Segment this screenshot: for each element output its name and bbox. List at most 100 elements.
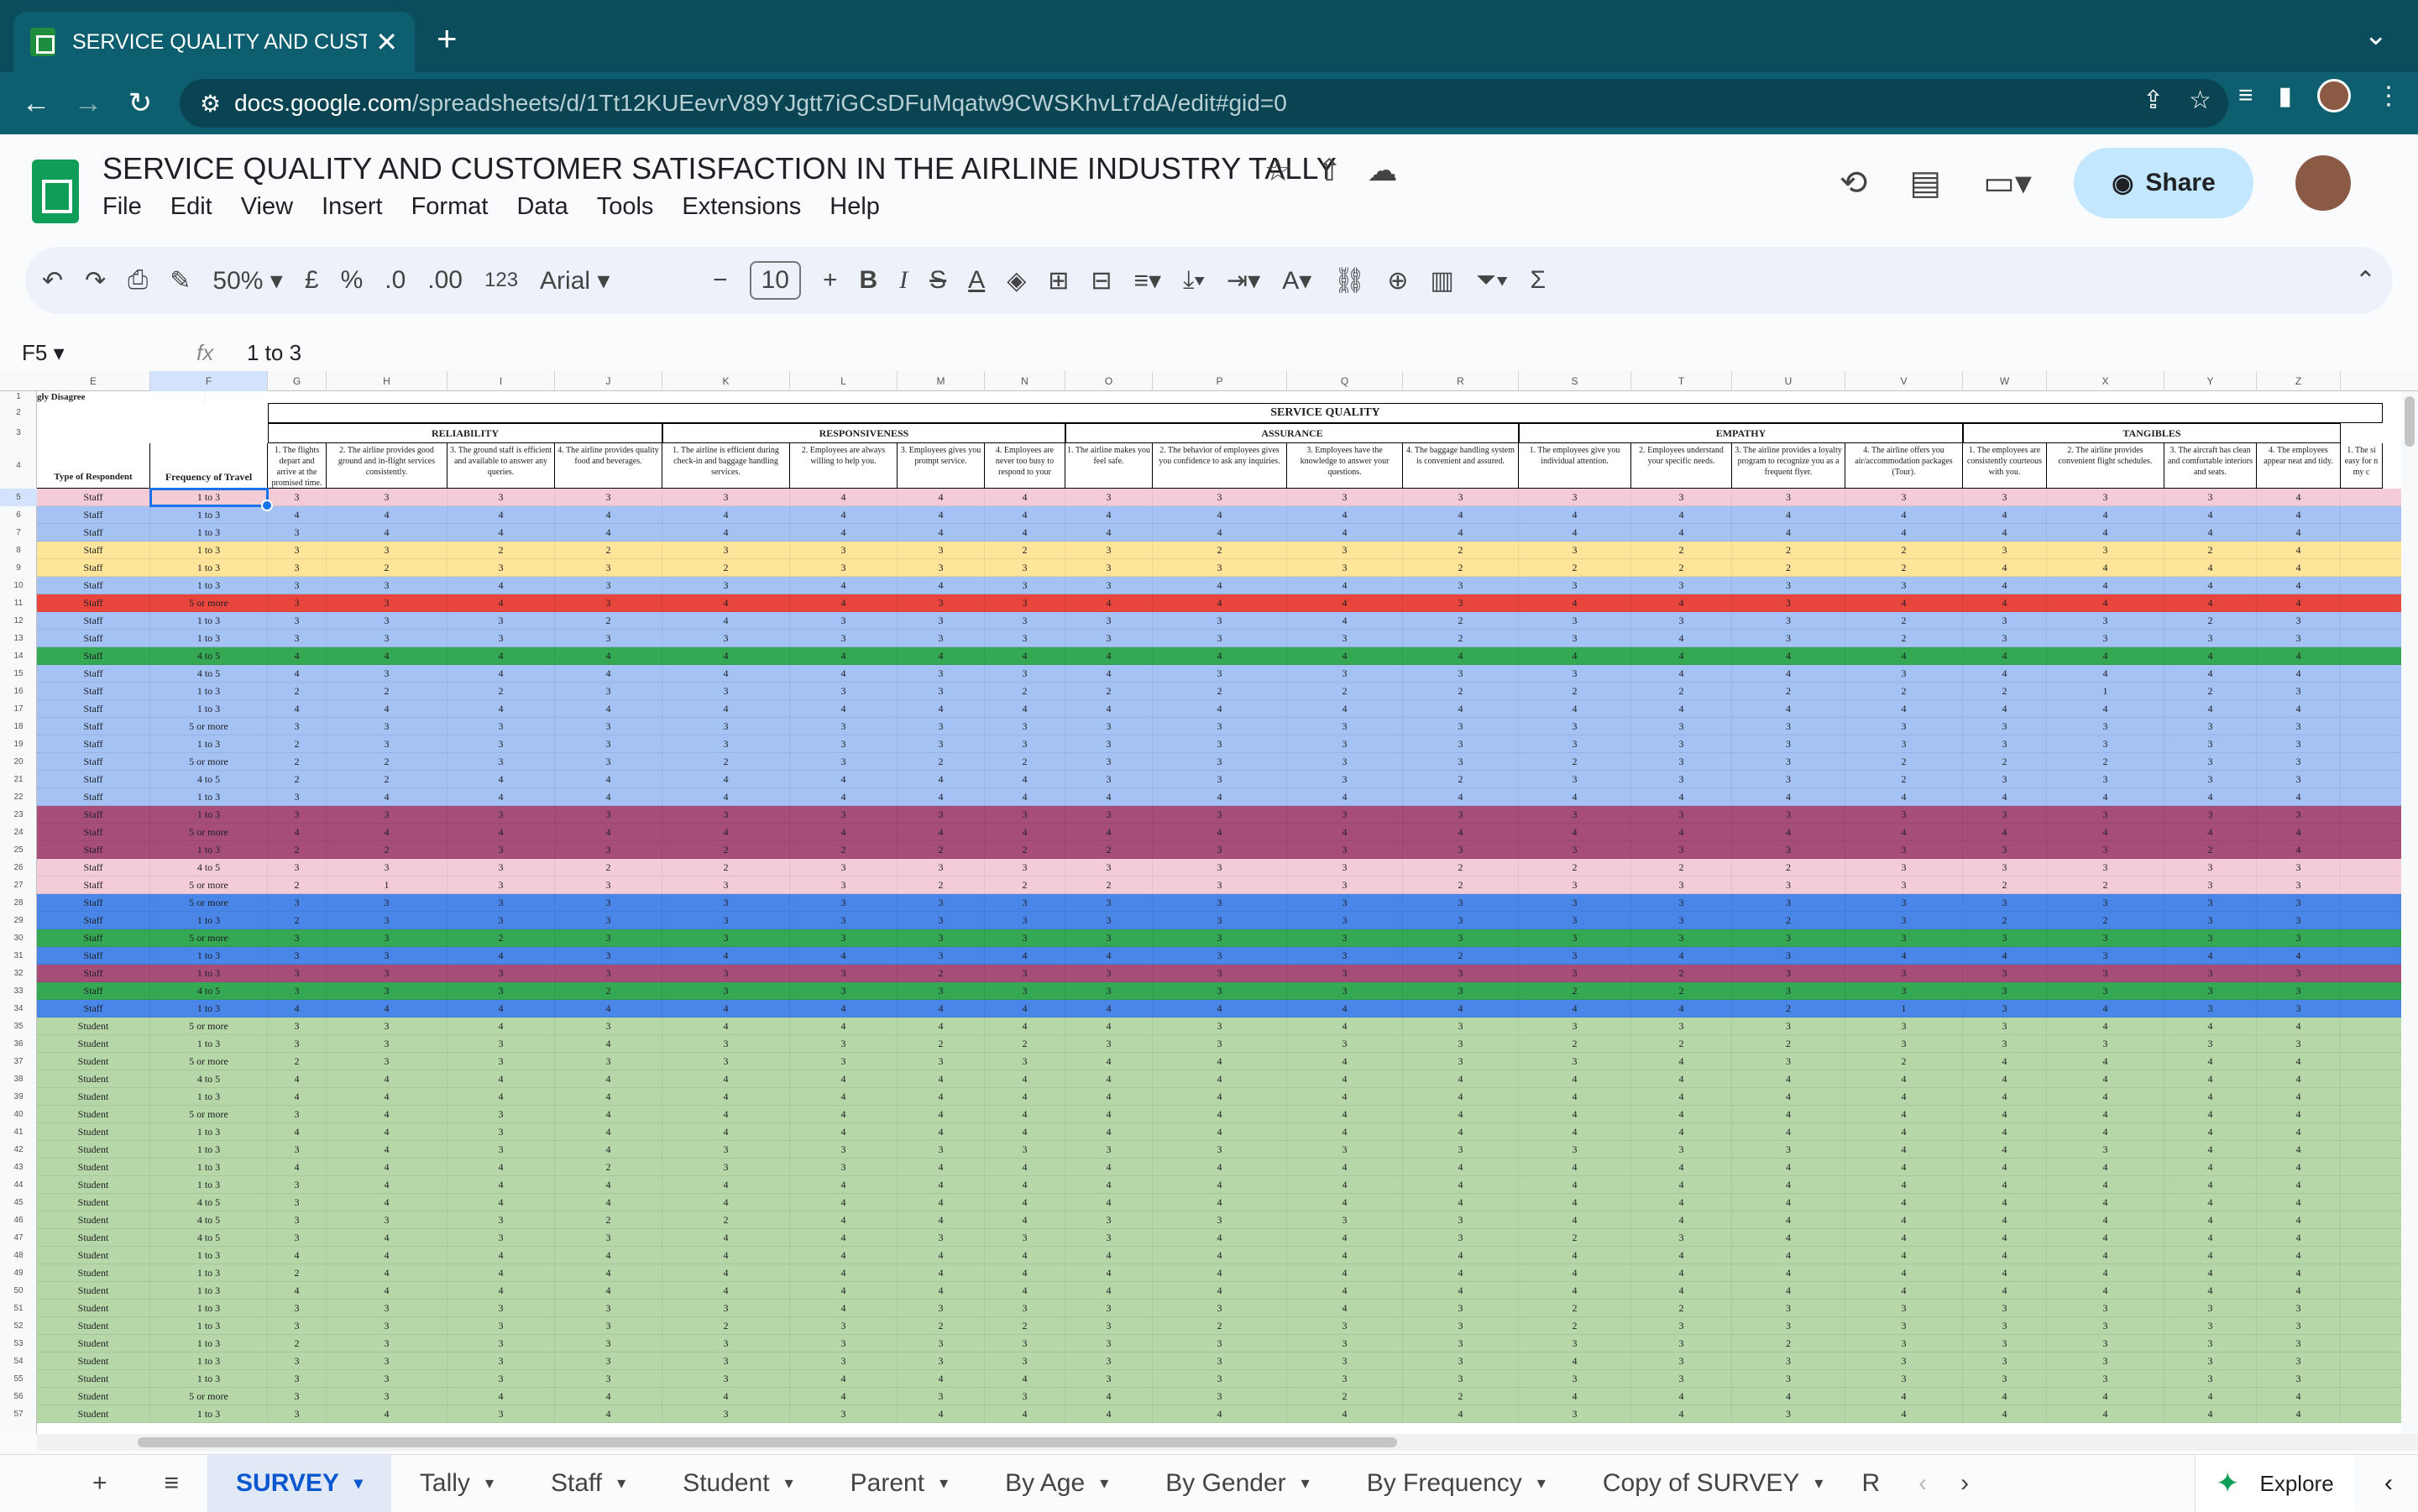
cell[interactable]: 3 <box>2047 947 2164 965</box>
cell[interactable]: 4 <box>1065 824 1153 841</box>
cell[interactable]: 4 <box>2257 647 2341 665</box>
cell[interactable]: 2 <box>447 683 555 700</box>
cell[interactable]: 3 <box>2164 929 2257 947</box>
cell[interactable]: 3 <box>1065 1141 1153 1159</box>
cell[interactable]: 3 <box>1519 841 1631 859</box>
cell[interactable]: 1 to 3 <box>150 1035 268 1053</box>
cell[interactable]: 2 <box>985 541 1065 559</box>
cell[interactable]: 5 or more <box>150 1388 268 1405</box>
cell[interactable]: 3 <box>662 929 790 947</box>
cell[interactable]: 3 <box>268 524 327 541</box>
cell[interactable]: 2 <box>1519 1229 1631 1247</box>
cell[interactable]: 3 <box>555 947 662 965</box>
cell[interactable]: 4 <box>2047 1282 2164 1300</box>
cell[interactable]: 4 <box>1287 524 1403 541</box>
cell[interactable]: 4 <box>1732 788 1845 806</box>
cell[interactable]: 3 <box>1403 841 1519 859</box>
cell[interactable]: 4 <box>985 1282 1065 1300</box>
menu-insert[interactable]: Insert <box>322 193 383 221</box>
cell[interactable]: 3 <box>898 683 985 700</box>
cell[interactable]: 4 <box>790 1018 898 1035</box>
cell[interactable]: Student <box>37 1088 150 1106</box>
merge-cells-icon[interactable]: ⊟ <box>1091 266 1112 296</box>
cell[interactable]: 1 to 3 <box>150 1176 268 1194</box>
cell[interactable]: 3 <box>327 982 447 1000</box>
cell[interactable]: 3 <box>898 929 985 947</box>
cell[interactable]: 3 <box>2257 806 2341 824</box>
cell[interactable]: 2 <box>1403 630 1519 647</box>
cell[interactable]: 4 <box>2047 665 2164 683</box>
cell[interactable]: 4 <box>790 788 898 806</box>
cell[interactable]: 3 <box>1732 894 1845 912</box>
cell[interactable]: 3 <box>1732 594 1845 612</box>
cell[interactable]: 4 <box>1065 1123 1153 1141</box>
cell[interactable]: 4 <box>1287 1088 1403 1106</box>
cell[interactable]: 4 <box>2047 594 2164 612</box>
cell[interactable]: 3 <box>2047 982 2164 1000</box>
cell[interactable]: 4 <box>1631 1247 1732 1264</box>
cell[interactable]: 3 <box>1963 982 2047 1000</box>
cell[interactable]: 2 <box>1631 1300 1732 1317</box>
cell[interactable]: Staff <box>37 929 150 947</box>
cell[interactable]: 4 <box>1403 524 1519 541</box>
cell[interactable]: 3 <box>327 630 447 647</box>
cell[interactable]: 3 <box>1631 894 1732 912</box>
cell[interactable]: 4 <box>1519 594 1631 612</box>
cell[interactable]: 4 <box>662 824 790 841</box>
cell[interactable]: 3 <box>1519 806 1631 824</box>
cell[interactable]: 1 to 3 <box>150 1264 268 1282</box>
cell[interactable]: 4 <box>327 824 447 841</box>
cell[interactable]: 4 <box>2257 1194 2341 1211</box>
cell[interactable]: 4 <box>1403 1282 1519 1300</box>
cell[interactable]: 3 <box>790 876 898 894</box>
cell[interactable]: 4 <box>898 1176 985 1194</box>
cell[interactable]: 2 <box>2164 612 2257 630</box>
cell[interactable]: 3 <box>1065 753 1153 771</box>
cell[interactable]: 3 <box>2257 859 2341 876</box>
sheet-menu-chevron-icon[interactable]: ▾ <box>785 1473 793 1494</box>
cell[interactable]: 4 <box>790 700 898 718</box>
row-header[interactable]: 19 <box>0 735 37 753</box>
cell[interactable]: 3 <box>985 630 1065 647</box>
cell[interactable]: 4 <box>790 524 898 541</box>
cell[interactable]: 4 <box>1403 1247 1519 1264</box>
scroll-tabs-right-icon[interactable]: › <box>1960 1469 1969 1498</box>
cell[interactable]: 3 <box>1153 1388 1287 1405</box>
cell[interactable]: 4 <box>555 1388 662 1405</box>
cell[interactable]: 3 <box>898 1053 985 1070</box>
cell[interactable]: 4 <box>1732 1159 1845 1176</box>
cell[interactable]: 3 <box>662 1300 790 1317</box>
menu-extensions[interactable]: Extensions <box>682 193 801 221</box>
menu-tools[interactable]: Tools <box>597 193 654 221</box>
cell[interactable]: 2 <box>1065 683 1153 700</box>
cell[interactable]: 4 <box>662 700 790 718</box>
cell[interactable]: 3 <box>268 1229 327 1247</box>
cell[interactable]: 4 <box>2257 841 2341 859</box>
cell[interactable]: 3 <box>1845 894 1963 912</box>
cell[interactable]: 4 <box>1963 1264 2047 1282</box>
cell[interactable]: 3 <box>1287 1035 1403 1053</box>
cell[interactable]: 4 <box>447 577 555 594</box>
cell[interactable]: Staff <box>37 541 150 559</box>
cell[interactable]: 3 <box>2257 718 2341 735</box>
sheet-menu-chevron-icon[interactable]: ▾ <box>1537 1473 1546 1494</box>
browser-tab[interactable]: SERVICE QUALITY AND CUSTC ✕ <box>13 12 415 72</box>
cell[interactable]: 3 <box>1963 489 2047 506</box>
cell[interactable]: 4 <box>447 1159 555 1176</box>
cell[interactable]: 4 <box>2047 1211 2164 1229</box>
cell[interactable]: 3 <box>1963 541 2047 559</box>
cell[interactable]: 3 <box>268 1317 327 1335</box>
cell[interactable]: 3 <box>2164 912 2257 929</box>
cell[interactable]: 4 <box>898 1000 985 1018</box>
cell[interactable]: 3 <box>1732 965 1845 982</box>
cell[interactable]: Staff <box>37 753 150 771</box>
cell[interactable]: 3 <box>1065 1370 1153 1388</box>
cell[interactable]: 3 <box>1153 912 1287 929</box>
cell[interactable]: 2 <box>1287 1388 1403 1405</box>
cell[interactable]: 4 <box>1631 630 1732 647</box>
cell[interactable]: 4 <box>1153 1176 1287 1194</box>
cell[interactable]: 3 <box>790 735 898 753</box>
cell[interactable]: 3 <box>1153 894 1287 912</box>
cell[interactable]: 3 <box>447 1141 555 1159</box>
cell[interactable]: 4 <box>1631 506 1732 524</box>
